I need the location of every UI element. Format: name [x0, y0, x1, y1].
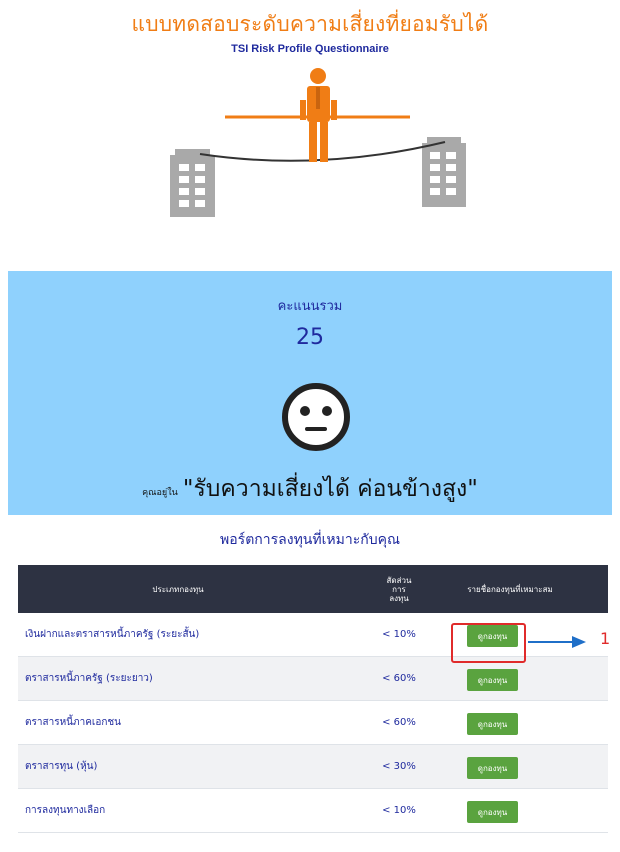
page-subtitle: TSI Risk Profile Questionnaire: [231, 43, 389, 55]
portfolio-title: พอร์ตการลงทุนที่เหมาะกับคุณ: [220, 532, 400, 548]
asset-type-cell: ตราสารหนี้ภาครัฐ (ระยะยาว): [25, 673, 153, 684]
view-funds-button[interactable]: ดูกองทุน: [467, 757, 518, 779]
table-row: ตราสารหนี้ภาครัฐ (ระยะยาว) < 60% ดูกองทุ…: [18, 657, 608, 701]
result-prefix: คุณอยู่ใน: [142, 488, 178, 498]
allocation-cell: < 60%: [382, 717, 416, 728]
score-label: คะแนนรวม: [277, 299, 343, 314]
left-building-icon: [170, 149, 215, 217]
allocation-cell: < 10%: [382, 629, 416, 640]
allocation-header-text: สัดส่วน การ ลงทุน: [386, 575, 412, 603]
walker-figure-icon: [300, 68, 337, 162]
score-value: 25: [296, 325, 324, 350]
table-header: ประเภทกองทุน สัดส่วน การ ลงทุน รายชื่อกอ…: [18, 565, 608, 613]
allocation-cell: < 60%: [382, 673, 416, 684]
score-panel: คะแนนรวม 25 คุณอยู่ใน "รับความเสี่ยงได้ …: [8, 271, 612, 515]
callout-number: 1: [600, 629, 611, 648]
asset-type-cell: เงินฝากและตราสารหนี้ภาครัฐ (ระยะสั้น): [25, 629, 200, 640]
arrow-right-icon: [528, 636, 586, 648]
asset-type-cell: ตราสารทุน (หุ้น): [25, 761, 98, 772]
table-row: ตราสารหนี้ภาคเอกชน < 60% ดูกองทุน: [18, 701, 608, 745]
column-header-funds: รายชื่อกองทุนที่เหมาะสม: [467, 584, 553, 594]
risk-result: คุณอยู่ใน "รับความเสี่ยงได้ ค่อนข้างสูง": [8, 471, 612, 507]
table-row: ตราสารทุน (หุ้น) < 30% ดูกองทุน: [18, 745, 608, 789]
portfolio-table: ประเภทกองทุน สัดส่วน การ ลงทุน รายชื่อกอ…: [18, 565, 608, 833]
allocation-cell: < 30%: [382, 761, 416, 772]
view-funds-button[interactable]: ดูกองทุน: [467, 801, 518, 823]
asset-type-cell: การลงทุนทางเลือก: [25, 805, 106, 816]
page-title: แบบทดสอบระดับความเสี่ยงที่ยอมรับได้: [131, 12, 489, 36]
asset-type-cell: ตราสารหนี้ภาคเอกชน: [25, 717, 121, 728]
right-building-icon: [422, 137, 466, 207]
table-row: การลงทุนทางเลือก < 10% ดูกองทุน: [18, 789, 608, 833]
view-funds-button[interactable]: ดูกองทุน: [467, 713, 518, 735]
risk-level-text: "รับความเสี่ยงได้ ค่อนข้างสูง": [182, 476, 478, 502]
neutral-face-icon: [282, 383, 350, 451]
column-header-allocation: สัดส่วน การ ลงทุน: [374, 565, 424, 613]
tightrope-walker-illustration: [170, 68, 466, 217]
allocation-cell: < 10%: [382, 805, 416, 816]
view-funds-button[interactable]: ดูกองทุน: [467, 669, 518, 691]
column-header-asset-type: ประเภทกองทุน: [152, 584, 204, 594]
highlight-box: [451, 623, 526, 663]
